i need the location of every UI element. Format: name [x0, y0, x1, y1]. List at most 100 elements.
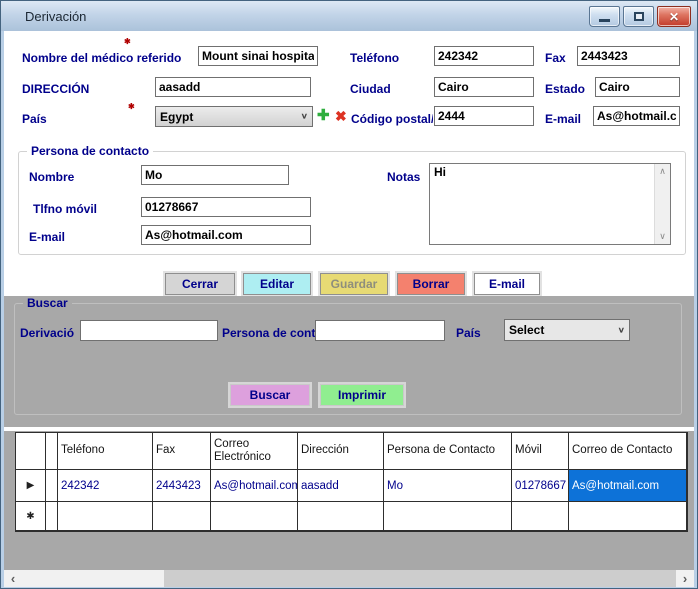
- fax-input[interactable]: [577, 46, 680, 66]
- search-button-label: Buscar: [250, 388, 291, 402]
- close-record-button[interactable]: Cerrar: [165, 273, 235, 295]
- cell-correo-electronico[interactable]: [211, 502, 298, 531]
- column-header-correo-electronico[interactable]: Correo Electrónico: [211, 433, 298, 470]
- window-title: Derivación: [25, 9, 86, 24]
- print-button[interactable]: Imprimir: [320, 384, 404, 406]
- cell-movil[interactable]: [512, 502, 569, 531]
- phone-label: Teléfono: [350, 51, 399, 65]
- contact-email-label: E-mail: [29, 230, 65, 244]
- phone-input[interactable]: [434, 46, 534, 66]
- save-button[interactable]: Guardar: [320, 273, 388, 295]
- column-header-movil[interactable]: Móvil: [512, 433, 569, 470]
- referral-name-input[interactable]: [198, 46, 318, 66]
- maximize-button[interactable]: [623, 6, 654, 27]
- horizontal-scrollbar[interactable]: ‹ ›: [4, 570, 694, 587]
- cell-telefono[interactable]: [58, 502, 153, 531]
- country-select-value: Egypt: [160, 110, 193, 124]
- scroll-left-icon[interactable]: ‹: [4, 570, 22, 587]
- referral-email-input[interactable]: [593, 106, 680, 126]
- column-header-selector: [16, 433, 46, 470]
- referral-name-label: Nombre del médico referido: [22, 51, 181, 65]
- search-referral-label: Derivació: [20, 326, 74, 340]
- postal-label: Código postal/C: [351, 112, 433, 126]
- row-selector-current-icon[interactable]: ▶: [16, 470, 46, 502]
- notes-scrollbar[interactable]: ∧ ∨: [654, 164, 670, 244]
- delete-button[interactable]: Borrar: [397, 273, 465, 295]
- caption-buttons: ✕: [589, 6, 691, 27]
- search-button[interactable]: Buscar: [230, 384, 310, 406]
- contact-email-input[interactable]: [141, 225, 311, 245]
- column-header-telefono[interactable]: Teléfono: [58, 433, 153, 470]
- scrollbar-thumb[interactable]: [164, 570, 676, 587]
- contact-groupbox: Persona de contacto Nombre Notas Hi ∧ ∨ …: [18, 151, 686, 255]
- notes-label: Notas: [387, 170, 420, 184]
- search-group-title: Buscar: [23, 296, 72, 310]
- scroll-right-icon[interactable]: ›: [676, 570, 694, 587]
- city-input[interactable]: [434, 77, 534, 97]
- referral-email-label: E-mail: [545, 112, 581, 126]
- chevron-down-icon: ∨: [618, 326, 625, 335]
- country-select[interactable]: Egypt ∨: [155, 106, 313, 127]
- window: Derivación ✕ ✱ Nombre del médico referid…: [0, 0, 698, 589]
- scroll-down-icon[interactable]: ∨: [659, 231, 666, 242]
- cell-telefono[interactable]: 242342: [58, 470, 153, 502]
- contact-name-label: Nombre: [29, 170, 74, 184]
- column-header-correo-de-contacto[interactable]: Correo de Contacto: [569, 433, 687, 470]
- close-button[interactable]: ✕: [657, 6, 691, 27]
- city-label: Ciudad: [350, 82, 391, 96]
- minimize-button[interactable]: [589, 6, 620, 27]
- delete-label: Borrar: [413, 277, 450, 291]
- cell-correo-de-contacto-selected[interactable]: As@hotmail.com: [569, 470, 687, 502]
- column-header-persona-de-contacto[interactable]: Persona de Contacto: [384, 433, 512, 470]
- cell-persona-de-contacto[interactable]: [384, 502, 512, 531]
- print-button-label: Imprimir: [338, 388, 386, 402]
- search-contact-label: Persona de conta: [222, 326, 322, 340]
- email-button[interactable]: E-mail: [474, 273, 540, 295]
- contact-name-input[interactable]: [141, 165, 289, 185]
- edit-button[interactable]: Editar: [243, 273, 311, 295]
- search-country-select[interactable]: Select ∨: [504, 319, 630, 341]
- search-country-value: Select: [509, 323, 544, 337]
- cell-persona-de-contacto[interactable]: Mo: [384, 470, 512, 502]
- chevron-down-icon: ∨: [301, 112, 308, 121]
- add-country-icon[interactable]: ✚: [317, 106, 330, 126]
- notes-input[interactable]: Hi ∧ ∨: [429, 163, 671, 245]
- search-country-label: País: [456, 326, 481, 340]
- column-header-fax[interactable]: Fax: [153, 433, 211, 470]
- remove-country-icon[interactable]: ✖: [335, 106, 347, 126]
- search-panel: Buscar Derivació Persona de conta País S…: [4, 296, 694, 427]
- search-contact-input[interactable]: [315, 320, 445, 341]
- cell-fax[interactable]: 2443423: [153, 470, 211, 502]
- cell-correo-de-contacto[interactable]: [569, 502, 687, 531]
- close-record-label: Cerrar: [182, 277, 218, 291]
- row-selector-new-icon[interactable]: ✱: [16, 502, 46, 531]
- cell-direccion[interactable]: [298, 502, 384, 531]
- titlebar[interactable]: Derivación ✕: [1, 1, 697, 31]
- fax-label: Fax: [545, 51, 566, 65]
- row-spacer-cell: [46, 470, 58, 502]
- cell-correo-electronico[interactable]: As@hotmail.com: [211, 470, 298, 502]
- state-label: Estado: [545, 82, 585, 96]
- notes-text: Hi: [434, 165, 446, 179]
- state-input[interactable]: [595, 77, 680, 97]
- save-label: Guardar: [331, 277, 378, 291]
- column-header-direccion[interactable]: Dirección: [298, 433, 384, 470]
- search-referral-input[interactable]: [80, 320, 218, 341]
- form-area: ✱ Nombre del médico referido Teléfono Fa…: [4, 31, 694, 587]
- required-icon: ✱: [128, 102, 135, 111]
- minimize-icon: [599, 19, 610, 22]
- maximize-icon: [634, 12, 644, 21]
- postal-input[interactable]: [434, 106, 534, 126]
- cell-movil[interactable]: 01278667: [512, 470, 569, 502]
- edit-label: Editar: [260, 277, 294, 291]
- column-header-spacer: [46, 433, 58, 470]
- cell-direccion[interactable]: aasadd: [298, 470, 384, 502]
- scroll-up-icon[interactable]: ∧: [659, 166, 666, 177]
- results-panel: Teléfono Fax Correo Electrónico Direcció…: [4, 431, 694, 587]
- cell-fax[interactable]: [153, 502, 211, 531]
- country-label: País: [22, 112, 47, 126]
- address-label: DIRECCIÓN: [22, 82, 89, 96]
- address-input[interactable]: [155, 77, 311, 97]
- contact-mobile-input[interactable]: [141, 197, 311, 217]
- email-label: E-mail: [489, 277, 525, 291]
